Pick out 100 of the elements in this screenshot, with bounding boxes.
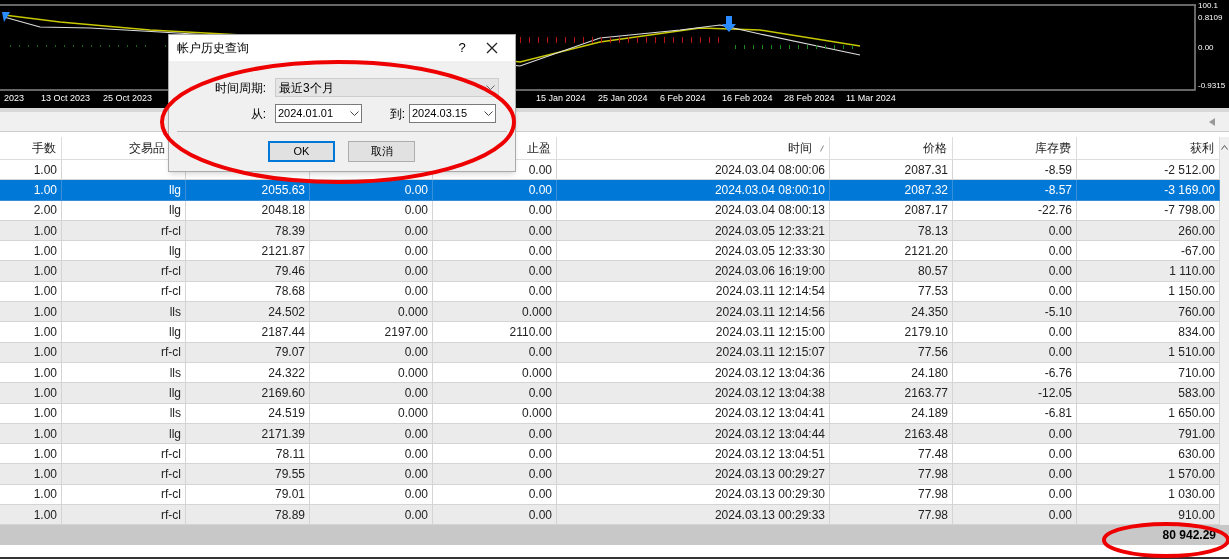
table-cell: 0.000 <box>433 403 557 424</box>
table-row[interactable]: 2.00 llg 2048.18 0.00 0.00 2024.03.04 08:00:13 2087.17 -22.76 -7 798.00 <box>0 200 1220 221</box>
table-cell: 2110.00 <box>433 322 557 343</box>
table-row[interactable]: 1.00 rf-cl 79.46 0.00 0.00 2024.03.06 16:19:00 80.57 0.00 1 110.00 <box>0 261 1220 282</box>
table-cell: 79.07 <box>186 342 310 363</box>
table-row[interactable]: 1.00 lls 24.322 0.000 0.000 2024.03.12 13:04:36 24.180 -6.76 710.00 <box>0 362 1220 384</box>
table-row[interactable]: 1.00 rf-cl 78.89 0.00 0.00 2024.03.13 00:29:33 77.98 0.00 910.00 <box>0 505 1220 526</box>
y-axis-label: 100.1 <box>1198 2 1219 10</box>
table-cell: 0.00 <box>310 180 433 201</box>
table-cell: 2024.03.06 16:19:00 <box>557 261 830 282</box>
column-header[interactable]: 获利 <box>1190 139 1214 157</box>
table-cell: 1.00 <box>0 261 62 282</box>
x-axis-label: 25 Jan 2024 <box>598 94 648 103</box>
table-cell: 0.00 <box>953 464 1077 485</box>
y-axis-label: 0.00 <box>1198 44 1214 52</box>
table-row[interactable]: 1.00 rf-cl 78.11 0.00 0.00 2024.03.12 13:04:51 77.48 0.00 630.00 <box>0 444 1220 465</box>
x-axis-label: 2023 <box>4 94 25 103</box>
table-cell: 2048.18 <box>186 200 310 221</box>
table-cell: llg <box>62 200 186 221</box>
table-cell: 0.00 <box>953 261 1077 282</box>
dropdown-caret-icon <box>486 85 495 90</box>
table-cell: 2024.03.12 13:04:41 <box>557 403 830 424</box>
table-cell: 80.57 <box>830 261 953 282</box>
sort-icon <box>820 144 824 152</box>
table-row[interactable]: 1.00 llg 2121.87 0.00 0.00 2024.03.05 12:33:30 2121.20 0.00 -67.00 <box>0 241 1220 262</box>
scroll-up-icon[interactable] <box>1221 145 1228 150</box>
table-cell: 77.56 <box>830 342 953 363</box>
table-cell: 0.00 <box>310 342 433 363</box>
table-cell: llg <box>62 180 186 201</box>
from-date-field[interactable]: 2024.01.01 <box>275 104 362 123</box>
table-row[interactable]: 1.00 llg 2055.63 0.00 0.00 2024.03.04 08:00:10 2087.32 -8.57 -3 169.00 <box>0 180 1220 201</box>
column-header[interactable]: 交易品 <box>129 139 165 157</box>
table-cell: 0.000 <box>310 403 433 424</box>
table-cell: 2179.10 <box>830 322 953 343</box>
table-row[interactable]: 1.00 llg 2187.44 2197.00 2110.00 2024.03.11 12:15:00 2179.10 0.00 834.00 <box>0 322 1220 343</box>
table-cell: 2055.63 <box>186 180 310 201</box>
scrollbar[interactable] <box>1220 137 1229 526</box>
table-cell: -22.76 <box>953 200 1077 221</box>
table-cell: 0.00 <box>953 322 1077 343</box>
table-cell: 2024.03.11 12:15:00 <box>557 322 830 343</box>
period-label: 时间周期: <box>213 79 267 97</box>
table-row[interactable]: 1.00 rf-cl 78.68 0.00 0.00 2024.03.11 12:14:54 77.53 0.00 1 150.00 <box>0 281 1220 303</box>
down-arrow-icon <box>722 16 736 32</box>
table-row[interactable]: 1.00 lls 24.519 0.000 0.000 2024.03.12 13:04:41 24.189 -6.81 1 650.00 <box>0 403 1220 424</box>
to-label: 到: <box>388 105 406 123</box>
table-row[interactable]: 1.00 rf-cl 79.07 0.00 0.00 2024.03.11 12:15:07 77.56 0.00 1 510.00 <box>0 342 1220 363</box>
table-cell: 2.00 <box>0 200 62 221</box>
column-header[interactable]: 库存费 <box>1035 139 1071 157</box>
table-cell: rf-cl <box>62 342 186 363</box>
table-cell: 77.98 <box>830 464 953 485</box>
table-cell: 0.00 <box>433 200 557 221</box>
table-cell: 0.00 <box>433 261 557 282</box>
table-cell: 0.00 <box>310 383 433 404</box>
table-cell: 2024.03.11 12:15:07 <box>557 342 830 363</box>
table-cell: 1.00 <box>0 403 62 424</box>
table-cell: -8.57 <box>953 180 1077 201</box>
scroll-left-icon[interactable] <box>1209 117 1215 126</box>
table-cell: 79.55 <box>186 464 310 485</box>
arrow-marker-icon <box>2 12 10 22</box>
column-header[interactable]: 手数 <box>32 139 56 157</box>
table-cell: -12.05 <box>953 383 1077 404</box>
table-cell: llg <box>62 322 186 343</box>
table-row[interactable]: 1.00 rf-cl 79.55 0.00 0.00 2024.03.13 00:29:27 77.98 0.00 1 570.00 <box>0 464 1220 485</box>
table-cell: 0.00 <box>433 180 557 201</box>
x-axis-label: 15 Jan 2024 <box>536 94 586 103</box>
table-cell: 0.00 <box>953 342 1077 363</box>
table-cell: 2024.03.04 08:00:10 <box>557 180 830 201</box>
table-cell: 1.00 <box>0 322 62 343</box>
dialog-title: 帐户历史查询 <box>177 40 249 57</box>
table-row[interactable]: 1.00 llg 2171.39 0.00 0.00 2024.03.12 13:04:44 2163.48 0.00 791.00 <box>0 423 1220 445</box>
to-date-field[interactable]: 2024.03.15 <box>409 104 496 123</box>
help-button[interactable]: ? <box>447 38 477 58</box>
from-label: 从: <box>249 105 267 123</box>
column-header[interactable]: 止盈 <box>527 139 551 157</box>
table-cell: 24.189 <box>830 403 953 424</box>
table-cell: rf-cl <box>62 464 186 485</box>
table-cell: 24.519 <box>186 403 310 424</box>
dialog-button[interactable]: 取消 <box>348 141 415 162</box>
table-row[interactable]: 1.00 lls 24.502 0.000 0.000 2024.03.11 12:14:56 24.350 -5.10 760.00 <box>0 302 1220 323</box>
table-row[interactable]: 1.00 rf-cl 78.39 0.00 0.00 2024.03.05 12:33:21 78.13 0.00 260.00 <box>0 220 1220 242</box>
table-cell: 2169.60 <box>186 383 310 404</box>
column-header[interactable]: 时间 <box>788 139 824 157</box>
dropdown-caret-icon <box>484 111 493 116</box>
column-header[interactable]: 价格 <box>923 139 947 157</box>
table-cell: llg <box>62 383 186 404</box>
table-cell: rf-cl <box>62 261 186 282</box>
table-cell: -6.81 <box>953 403 1077 424</box>
x-axis-label: 13 Oct 2023 <box>41 94 91 103</box>
x-axis-label: 11 Mar 2024 <box>846 94 896 103</box>
total-profit: 80 942.29 <box>1162 527 1216 545</box>
dialog-button[interactable]: OK <box>268 141 335 162</box>
table-cell: 0.00 <box>310 261 433 282</box>
table-row[interactable]: 1.00 llg 2169.60 0.00 0.00 2024.03.12 13:04:38 2163.77 -12.05 583.00 <box>0 383 1220 404</box>
period-select[interactable]: 最近3个月 <box>275 78 499 97</box>
table-cell: 2087.32 <box>830 180 953 201</box>
table-cell: 2087.17 <box>830 200 953 221</box>
table-row[interactable]: 1.00 rf-cl 79.01 0.00 0.00 2024.03.13 00:29:30 77.98 0.00 1 030.00 <box>0 484 1220 506</box>
table-cell: 2197.00 <box>310 322 433 343</box>
table-cell: 0.00 <box>310 464 433 485</box>
table-cell: 1.00 <box>0 383 62 404</box>
